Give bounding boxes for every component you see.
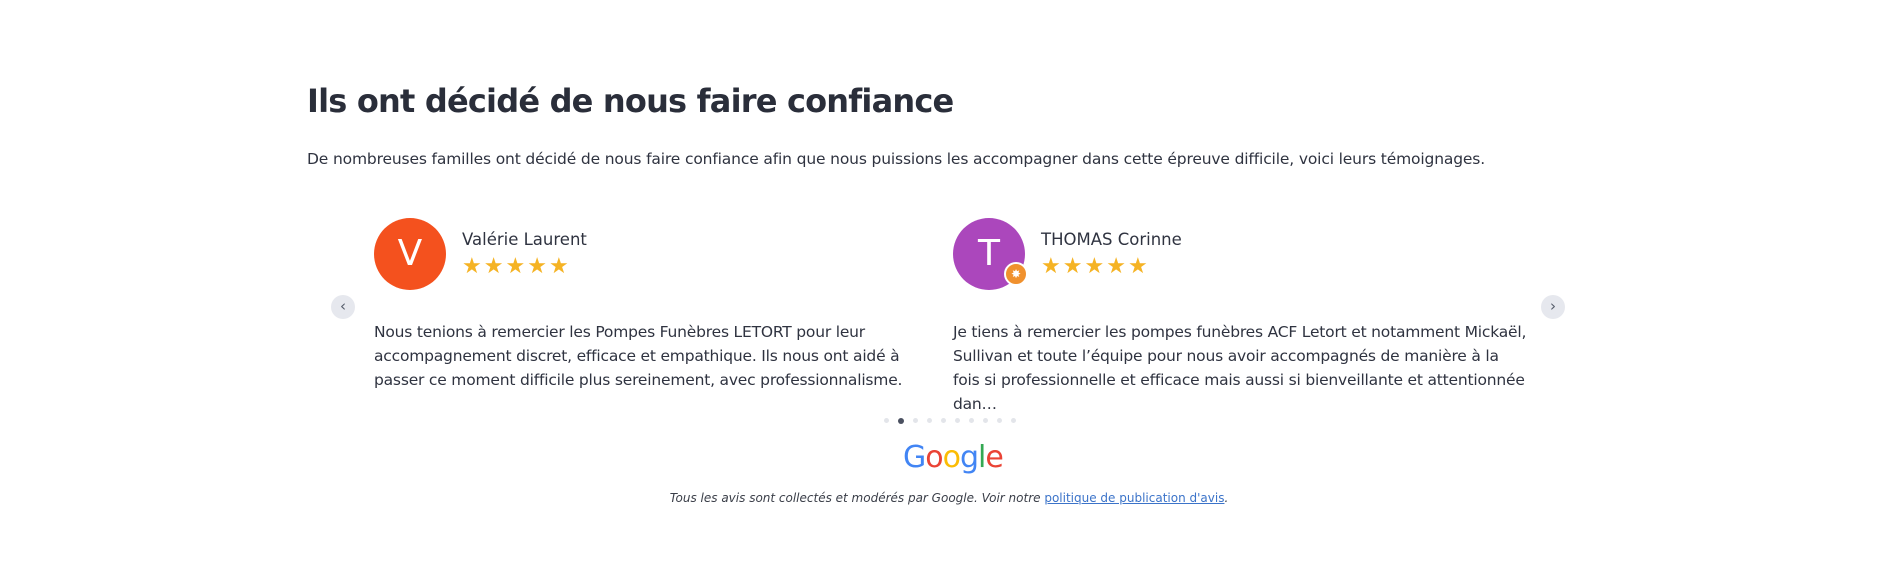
section-intro: De nombreuses familles ont décidé de nou… — [307, 150, 1486, 168]
review-policy-link[interactable]: politique de publication d'avis — [1044, 491, 1224, 505]
avatar: V — [374, 218, 446, 290]
carousel-next-button[interactable]: › — [1541, 295, 1565, 319]
star-icon: ★ — [527, 254, 547, 279]
review-text: Nous tenions à remercier les Pompes Funè… — [374, 323, 903, 389]
google-letter: e — [985, 440, 1003, 475]
star-icon: ★ — [1062, 254, 1083, 279]
star-icon: ★ — [1084, 254, 1105, 279]
star-rating: ★★★★★ — [1041, 256, 1150, 278]
pagination-dot[interactable] — [969, 418, 974, 423]
pagination-dot[interactable] — [884, 418, 889, 423]
star-icon: ★ — [548, 254, 569, 279]
star-icon: ★ — [1041, 254, 1061, 279]
star-icon: ★ — [1106, 254, 1126, 279]
pagination-dot[interactable] — [983, 418, 988, 423]
carousel-prev-button[interactable]: ‹ — [331, 295, 355, 319]
review-text: Je tiens à remercier les pompes funèbres… — [953, 323, 1527, 413]
disclaimer-text: Tous les avis sont collectés et modérés … — [669, 491, 1045, 505]
carousel-pagination — [884, 410, 1025, 429]
pagination-dot[interactable] — [1011, 418, 1016, 423]
star-icon: ★ — [483, 254, 504, 279]
pagination-dot-active[interactable] — [898, 417, 904, 424]
pagination-dot[interactable] — [927, 418, 932, 423]
google-logo: Google — [903, 440, 1004, 475]
pagination-dot[interactable] — [941, 418, 946, 423]
star-icon: ★ — [1127, 254, 1148, 279]
star-rating: ★★★★★ — [462, 256, 571, 278]
reviewer-name: THOMAS Corinne — [1041, 230, 1182, 249]
reviews-disclaimer: Tous les avis sont collectés et modérés … — [0, 491, 1898, 505]
star-icon: ★ — [462, 254, 482, 279]
reviewer-name: Valérie Laurent — [462, 230, 587, 249]
google-letter: G — [903, 440, 926, 475]
star-icon: ★ — [505, 254, 526, 279]
google-letter: o — [942, 440, 961, 475]
local-guide-star-icon: ✸ — [1004, 262, 1028, 286]
pagination-dot[interactable] — [997, 418, 1002, 423]
section-title: Ils ont décidé de nous faire confiance — [307, 82, 954, 120]
google-letter: g — [959, 440, 979, 475]
disclaimer-end: . — [1224, 491, 1229, 505]
google-letter: o — [925, 440, 943, 475]
pagination-dot[interactable] — [955, 418, 960, 423]
pagination-dot[interactable] — [913, 418, 918, 423]
